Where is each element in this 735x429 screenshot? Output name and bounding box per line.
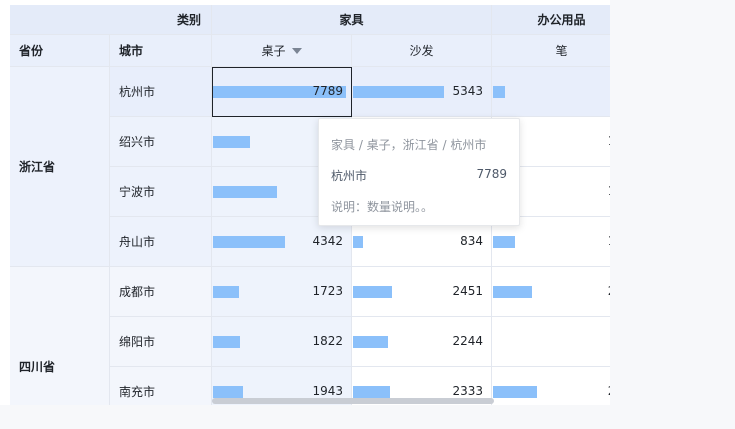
province-cell-zhejiang[interactable]: 浙江省 (10, 67, 110, 267)
sofa-value: 2451 (452, 284, 483, 298)
pen-value-cell[interactable]: 23 (492, 267, 610, 317)
desk-value: 1723 (312, 284, 343, 298)
sofa-value-cell[interactable]: 2451 (352, 267, 492, 317)
data-bar (353, 236, 363, 248)
city-name: 南充市 (119, 385, 156, 399)
office-group-header[interactable]: 办公用品 (492, 5, 610, 35)
sofa-value: 5343 (452, 84, 483, 98)
horizontal-scrollbar[interactable] (212, 398, 494, 404)
desk-value: 1943 (312, 384, 343, 398)
data-bar (213, 286, 239, 298)
data-bar (493, 386, 537, 398)
tooltip: 家具 / 桌子，浙江省 / 杭州市 杭州市 7789 说明：数量说明。。 (318, 118, 520, 226)
city-name: 宁波市 (119, 185, 156, 199)
sofa-column-header[interactable]: 沙发 (352, 35, 492, 67)
desk-column-label: 桌子 (261, 44, 286, 58)
data-bar (213, 386, 243, 398)
desk-value-cell[interactable]: 1723 (212, 267, 352, 317)
pen-value: 11 (608, 184, 610, 198)
city-name: 绵阳市 (119, 335, 156, 349)
data-bar (493, 236, 515, 248)
tooltip-row-label: 杭州市 (331, 169, 368, 183)
data-bar (213, 336, 240, 348)
data-bar (213, 186, 277, 198)
desk-value: 4342 (312, 234, 343, 248)
city-name: 成都市 (119, 285, 156, 299)
city-name: 杭州市 (119, 85, 156, 99)
province-column-label: 省份 (19, 44, 44, 58)
pen-value-cell[interactable]: 9 (492, 67, 610, 117)
outer-background-right (610, 0, 735, 429)
sofa-value-cell[interactable]: 2244 (352, 317, 492, 367)
data-bar (353, 336, 388, 348)
furniture-group-header[interactable]: 家具 (212, 5, 492, 35)
pen-value: 14 (608, 234, 610, 248)
pen-column-label: 笔 (555, 44, 568, 58)
pen-column-header[interactable]: 笔 (492, 35, 610, 67)
city-cell[interactable]: 绵阳市 (110, 317, 212, 367)
pen-value: 13 (608, 134, 610, 148)
desk-column-header[interactable]: 桌子 (212, 35, 352, 67)
data-bar (353, 86, 444, 98)
province-name: 浙江省 (19, 160, 56, 174)
province-name: 四川省 (19, 360, 56, 374)
pen-value-cell[interactable]: 2 (492, 317, 610, 367)
city-cell[interactable]: 绍兴市 (110, 117, 212, 167)
data-bar (353, 386, 390, 398)
city-name: 舟山市 (119, 235, 156, 249)
desk-value-cell[interactable]: 7789 (212, 67, 352, 117)
sofa-value-cell[interactable]: 5343 (352, 67, 492, 117)
sort-dropdown-icon[interactable] (291, 47, 302, 54)
data-bar (213, 136, 250, 148)
city-name: 绍兴市 (119, 135, 156, 149)
sofa-column-label: 沙发 (409, 44, 434, 58)
pen-value: 23 (608, 284, 610, 298)
city-column-header[interactable]: 城市 (110, 35, 212, 67)
city-cell[interactable]: 成都市 (110, 267, 212, 317)
desk-value: 7789 (312, 84, 343, 98)
tooltip-description: 说明：数量说明。。 (331, 200, 434, 214)
city-cell[interactable]: 舟山市 (110, 217, 212, 267)
office-group-label: 办公用品 (537, 13, 586, 27)
data-bar (213, 236, 285, 248)
furniture-group-label: 家具 (339, 13, 364, 27)
data-bar (493, 86, 505, 98)
city-cell[interactable]: 宁波市 (110, 167, 212, 217)
pen-value: 24 (608, 384, 610, 398)
category-header-label: 类别 (176, 13, 201, 27)
sofa-value: 834 (460, 234, 483, 248)
data-bar (493, 286, 532, 298)
sofa-value: 2333 (452, 384, 483, 398)
pen-value-cell[interactable]: 24 (492, 367, 610, 405)
outer-background-bottom (0, 405, 735, 429)
desk-value: 1822 (312, 334, 343, 348)
city-cell[interactable]: 杭州市 (110, 67, 212, 117)
tooltip-title: 家具 / 桌子，浙江省 / 杭州市 (331, 138, 487, 152)
city-cell[interactable]: 南充市 (110, 367, 212, 405)
desk-value-cell[interactable]: 1822 (212, 317, 352, 367)
province-column-header[interactable]: 省份 (10, 35, 110, 67)
data-bar (353, 286, 392, 298)
category-header: 类别 (10, 5, 212, 35)
tooltip-row-value: 7789 (476, 167, 507, 181)
province-cell-sichuan[interactable]: 四川省 (10, 267, 110, 405)
city-column-label: 城市 (119, 44, 144, 58)
sofa-value: 2244 (452, 334, 483, 348)
pivot-table: 类别 家具 办公用品 省份 城市 桌子 沙发 笔 浙江省 四川省 杭州市 7789… (10, 5, 610, 405)
